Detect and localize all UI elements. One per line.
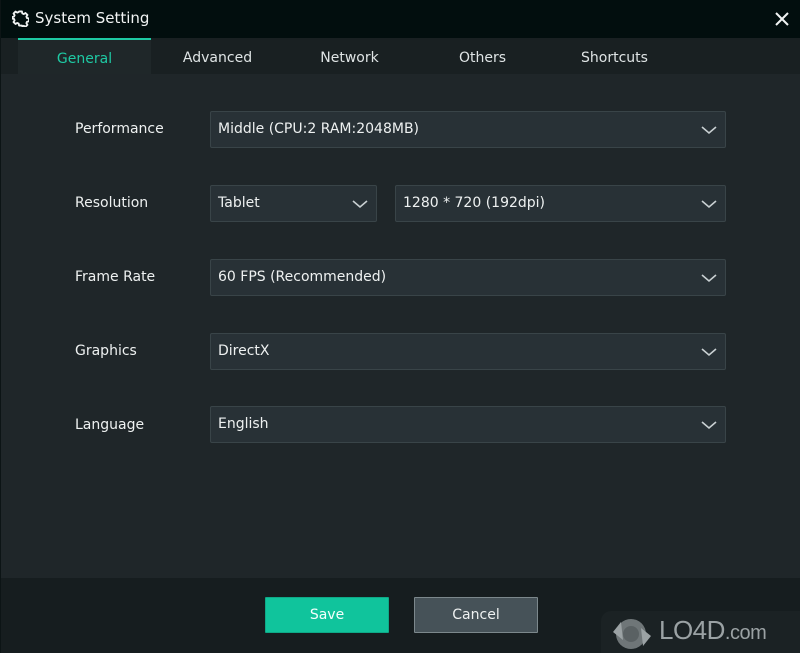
chevron-down-icon: [701, 348, 717, 357]
lo4d-logo-icon: [613, 619, 651, 649]
performance-select[interactable]: Middle (CPU:2 RAM:2048MB): [210, 111, 726, 148]
title-bar: System Setting: [1, 0, 800, 38]
resolution-label: Resolution: [75, 195, 149, 211]
tab-others[interactable]: Others: [416, 38, 549, 74]
chevron-down-icon: [352, 200, 368, 209]
frame-rate-label: Frame Rate: [75, 269, 156, 285]
performance-label: Performance: [75, 121, 164, 137]
frame-rate-value: 60 FPS (Recommended): [218, 269, 387, 285]
gear-icon: [12, 10, 29, 27]
graphics-label: Graphics: [75, 343, 137, 359]
language-select[interactable]: English: [210, 406, 726, 443]
tab-general[interactable]: General: [18, 38, 151, 74]
frame-rate-select[interactable]: 60 FPS (Recommended): [210, 259, 726, 296]
tab-shortcuts[interactable]: Shortcuts: [548, 38, 681, 74]
resolution-device-select[interactable]: Tablet: [210, 185, 377, 222]
chevron-down-icon: [701, 200, 717, 209]
close-icon[interactable]: [773, 10, 791, 28]
language-value: English: [218, 416, 269, 432]
lo4d-watermark: LO4D.com: [601, 611, 800, 653]
watermark-suffix: .com: [724, 622, 767, 644]
graphics-value: DirectX: [218, 343, 270, 359]
language-label: Language: [75, 417, 145, 433]
performance-value: Middle (CPU:2 RAM:2048MB): [218, 121, 420, 137]
graphics-select[interactable]: DirectX: [210, 333, 726, 370]
dialog-footer: Save Cancel LO4D.com: [1, 578, 800, 653]
general-settings-panel: Performance Middle (CPU:2 RAM:2048MB) Re…: [1, 74, 800, 578]
tab-bar: General Advanced Network Others Shortcut…: [1, 38, 800, 74]
chevron-down-icon: [701, 421, 717, 430]
chevron-down-icon: [701, 126, 717, 135]
tab-advanced[interactable]: Advanced: [151, 38, 284, 74]
watermark-brand: LO4D: [659, 615, 725, 645]
resolution-size-select[interactable]: 1280 * 720 (192dpi): [395, 185, 726, 222]
resolution-size-value: 1280 * 720 (192dpi): [403, 195, 546, 211]
system-setting-window: System Setting General Advanced Network …: [0, 0, 800, 653]
watermark-text: LO4D.com: [659, 615, 767, 646]
save-button[interactable]: Save: [265, 597, 389, 633]
window-title: System Setting: [35, 9, 150, 27]
chevron-down-icon: [701, 274, 717, 283]
cancel-button[interactable]: Cancel: [414, 597, 538, 633]
tab-network[interactable]: Network: [283, 38, 416, 74]
resolution-device-value: Tablet: [218, 195, 260, 211]
